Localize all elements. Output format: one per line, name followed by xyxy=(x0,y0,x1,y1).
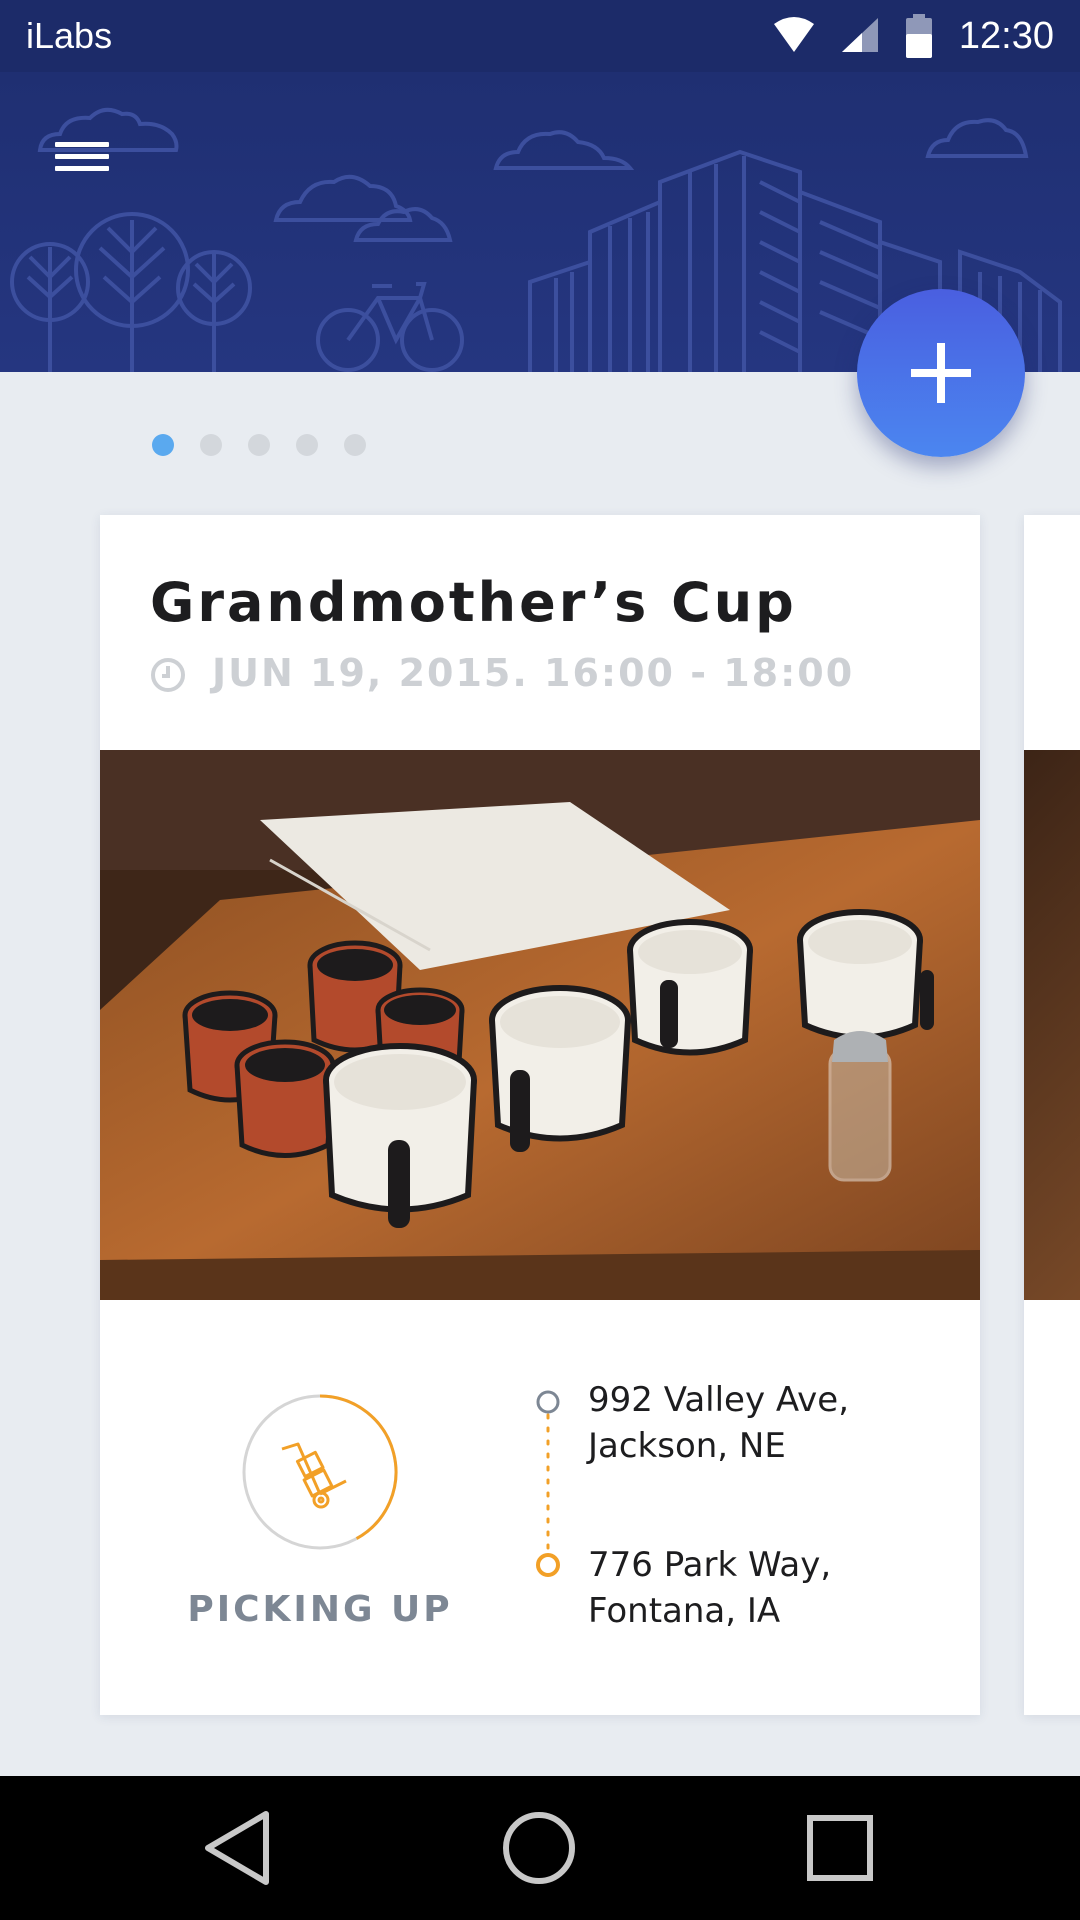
delivery-card[interactable]: Grandmother’s Cup JUN 19, 2015. 16:00 - … xyxy=(100,515,980,1715)
dropoff-address: 776 Park Way, Fontana, IA xyxy=(588,1545,832,1631)
page-dot[interactable] xyxy=(248,434,270,456)
add-button[interactable] xyxy=(857,289,1025,457)
status-progress-ring xyxy=(242,1394,398,1550)
navigation-bar xyxy=(0,1776,1080,1920)
wifi-icon xyxy=(774,17,814,52)
home-icon[interactable] xyxy=(494,1806,584,1890)
next-card-photo xyxy=(1024,750,1080,1300)
status-time: 12:30 xyxy=(958,15,1054,57)
page-indicator xyxy=(152,434,372,458)
page-dot[interactable] xyxy=(200,434,222,456)
mugs-photo-illustration xyxy=(100,750,980,1300)
page-dot[interactable] xyxy=(296,434,318,456)
page-dot[interactable] xyxy=(344,434,366,456)
recents-icon[interactable] xyxy=(796,1806,886,1890)
status-label: PICKING UP xyxy=(187,1589,453,1630)
clock-icon xyxy=(151,658,185,692)
hand-truck-icon xyxy=(281,1442,347,1509)
menu-icon-line xyxy=(55,154,109,159)
status-app-name: iLabs xyxy=(26,15,113,56)
route-line xyxy=(536,1390,560,1577)
back-icon[interactable] xyxy=(196,1806,286,1890)
hamburger-menu-icon xyxy=(55,142,109,147)
plus-icon-stem xyxy=(937,343,945,403)
status-bar: iLabs 12:30 xyxy=(0,0,1080,72)
card-title: Grandmother’s Cup xyxy=(150,571,797,634)
card-photo xyxy=(100,750,980,1300)
next-card-peek[interactable] xyxy=(1024,515,1080,1715)
menu-button[interactable] xyxy=(50,122,116,188)
menu-icon-line xyxy=(55,166,109,171)
signal-icon xyxy=(842,18,878,52)
page-dot-active[interactable] xyxy=(152,434,174,456)
battery-icon xyxy=(906,14,932,58)
pickup-address: 992 Valley Ave, Jackson, NE xyxy=(588,1380,850,1466)
card-date: JUN 19, 2015. 16:00 - 18:00 xyxy=(212,651,855,695)
